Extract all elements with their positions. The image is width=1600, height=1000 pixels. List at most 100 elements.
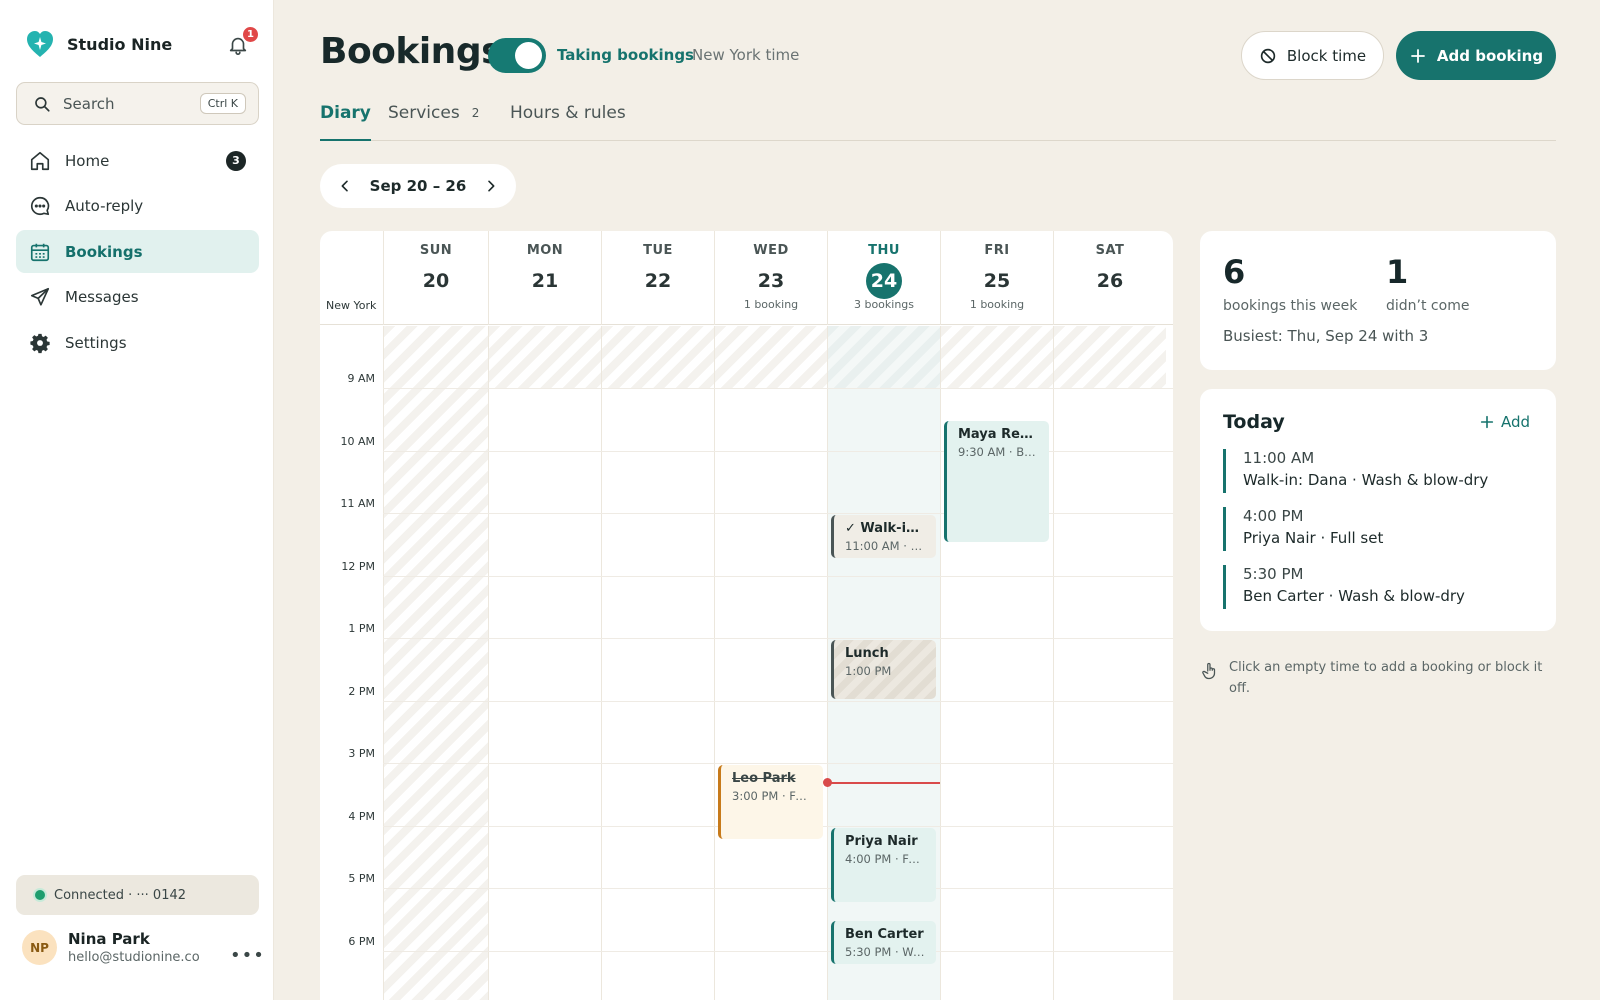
brand-name: Studio Nine bbox=[67, 34, 173, 54]
day-header-tue[interactable]: TUE 22 bbox=[601, 231, 714, 325]
toggle-knob bbox=[515, 42, 542, 69]
hour-gridline bbox=[383, 888, 1173, 889]
day-header-wed[interactable]: WED 23 1 booking bbox=[714, 231, 827, 325]
tab-services[interactable]: Services 2 bbox=[388, 103, 479, 141]
unavailable-hours bbox=[602, 326, 714, 388]
tab-count-badge: 2 bbox=[471, 106, 480, 120]
chevron-left-icon[interactable] bbox=[334, 175, 356, 197]
week-navigator: Sep 20 – 26 bbox=[320, 164, 516, 208]
day-header-sat[interactable]: SAT 26 bbox=[1053, 231, 1166, 325]
sidebar-item-settings[interactable]: Settings bbox=[16, 321, 259, 364]
event-title: ✓ Walk-in: ... bbox=[845, 521, 926, 536]
day-number-text: 25 bbox=[983, 270, 1011, 292]
sidebar: Studio Nine 1 Search Ctrl K Home 3 Auto-… bbox=[0, 0, 274, 1000]
block-time-label: Block time bbox=[1286, 46, 1367, 65]
notification-count-badge: 1 bbox=[241, 25, 260, 44]
plus-icon bbox=[1479, 414, 1495, 430]
day-header-mon[interactable]: MON 21 bbox=[488, 231, 601, 325]
event-title: Ben Carter bbox=[845, 927, 924, 943]
calendar-event[interactable]: Ben Carter 5:30 PM · Wa... bbox=[831, 921, 936, 965]
chevron-right-icon[interactable] bbox=[480, 175, 502, 197]
add-booking-label: Add booking bbox=[1436, 46, 1544, 65]
day-number: 25 bbox=[941, 264, 1053, 298]
busiest-day-text: Busiest: Thu, Sep 24 with 3 bbox=[1223, 327, 1429, 345]
day-column-sat[interactable] bbox=[1053, 326, 1166, 1000]
day-number: 26 bbox=[1054, 264, 1166, 298]
taking-bookings-label: Taking bookings bbox=[557, 46, 694, 64]
week-range-label[interactable]: Sep 20 – 26 bbox=[356, 177, 480, 195]
today-date-circle: 24 bbox=[866, 263, 902, 299]
user-menu-more-icon[interactable]: ••• bbox=[230, 945, 265, 966]
today-add-button[interactable]: Add bbox=[1479, 413, 1530, 431]
user-email: hello@studionine.co bbox=[68, 950, 200, 965]
day-number-text: 20 bbox=[422, 270, 450, 292]
hour-gridline bbox=[383, 575, 1173, 577]
hour-gridline bbox=[383, 388, 1173, 389]
day-header-sun[interactable]: SUN 20 bbox=[383, 231, 488, 325]
sidebar-item-bookings[interactable]: Bookings bbox=[16, 230, 259, 273]
hour-gridline bbox=[383, 513, 1173, 514]
bookings-this-week-count: 6 bbox=[1223, 253, 1246, 291]
connection-status[interactable]: Connected · ··· 0142 bbox=[16, 875, 259, 915]
day-column-wed[interactable] bbox=[714, 326, 827, 1000]
tab-hours-rules[interactable]: Hours & rules bbox=[510, 103, 626, 141]
bookings-this-week-label: bookings this week bbox=[1223, 298, 1358, 314]
send-icon bbox=[29, 286, 51, 308]
calendar-event[interactable]: Maya Reyes 9:30 AM · Bra... bbox=[944, 421, 1049, 543]
appointment-time: 4:00 PM bbox=[1243, 507, 1304, 525]
day-booking-count: 3 bookings bbox=[853, 298, 915, 311]
day-header-thu[interactable]: THU 24 3 bookings bbox=[827, 231, 940, 325]
timezone-label: New York time bbox=[692, 46, 800, 64]
sidebar-item-home[interactable]: Home 3 bbox=[16, 139, 259, 182]
unavailable-hours bbox=[941, 326, 1053, 388]
calendar-hint: Click an empty time to add a booking or … bbox=[1201, 657, 1551, 699]
taking-bookings-toggle[interactable] bbox=[488, 38, 546, 73]
hour-gridline bbox=[383, 763, 1173, 764]
sidebar-item-label: Home bbox=[65, 151, 110, 170]
day-name: SUN bbox=[419, 243, 453, 258]
hour-gridline bbox=[383, 700, 1173, 702]
sidebar-item-label: Settings bbox=[65, 333, 127, 352]
block-icon bbox=[1259, 47, 1277, 65]
tab-label: Diary bbox=[320, 103, 371, 123]
event-subtitle: 9:30 AM · Bra... bbox=[958, 445, 1039, 460]
sidebar-item-auto-reply[interactable]: Auto-reply bbox=[16, 185, 259, 228]
calendar-event[interactable]: Leo Park 3:00 PM · Full... bbox=[718, 765, 823, 840]
hour-label: 6 PM bbox=[348, 934, 375, 948]
today-card: Today Add 11:00 AM Walk-in: Dana · Wash … bbox=[1200, 389, 1556, 631]
hour-label: 11 AM bbox=[340, 497, 375, 510]
appointment-time: 5:30 PM bbox=[1243, 565, 1304, 583]
calendar-grid[interactable]: 9 AM 10 AM 11 AM 12 PM 1 PM 2 PM 3 PM 4 PM 5 PM 6… bbox=[320, 326, 1173, 1000]
day-column-mon[interactable] bbox=[488, 326, 601, 1000]
hour-label: 3 PM bbox=[348, 747, 375, 760]
event-subtitle: 5:30 PM · Wa... bbox=[845, 945, 926, 960]
unavailable-hours bbox=[489, 326, 601, 388]
day-header-fri[interactable]: FRI 25 1 booking bbox=[940, 231, 1053, 325]
today-appointment[interactable]: 4:00 PM Priya Nair · Full set bbox=[1223, 507, 1533, 551]
today-appointment[interactable]: 11:00 AM Walk-in: Dana · Wash & blow-dry bbox=[1223, 449, 1533, 493]
event-subtitle: 11:00 AM · W... bbox=[845, 539, 926, 553]
week-stats-card: 6 bookings this week 1 didn’t come Busie… bbox=[1200, 231, 1556, 370]
user-profile[interactable]: NP Nina Park hello@studionine.co bbox=[22, 930, 200, 965]
block-time-button[interactable]: Block time bbox=[1241, 31, 1384, 80]
day-column-tue[interactable] bbox=[601, 326, 714, 1000]
add-booking-button[interactable]: Add booking bbox=[1396, 31, 1556, 80]
sidebar-item-label: Bookings bbox=[65, 242, 143, 261]
search-input[interactable]: Search Ctrl K bbox=[16, 82, 259, 125]
today-appointment[interactable]: 5:30 PM Ben Carter · Wash & blow-dry bbox=[1223, 565, 1533, 609]
day-number: 22 bbox=[602, 264, 714, 298]
tab-diary[interactable]: Diary bbox=[320, 103, 371, 141]
day-name: SAT bbox=[1095, 243, 1125, 258]
brand[interactable]: Studio Nine bbox=[25, 29, 172, 59]
tab-bar: Diary Services 2 Hours & rules bbox=[320, 103, 1556, 141]
calendar-event[interactable]: ✓ Walk-in: ... 11:00 AM · W... bbox=[831, 515, 936, 558]
calendar-event[interactable]: Priya Nair 4:00 PM · Full... bbox=[831, 827, 936, 902]
event-title: Leo Park bbox=[732, 771, 796, 786]
hour-gridline bbox=[383, 638, 1173, 639]
search-icon bbox=[33, 95, 51, 113]
calendar-event[interactable]: Lunch 1:00 PM bbox=[831, 640, 936, 699]
day-column-sun[interactable] bbox=[383, 326, 488, 1000]
sidebar-item-messages[interactable]: Messages bbox=[16, 276, 259, 319]
event-title: Maya Reyes bbox=[958, 427, 1039, 443]
appointment-time: 11:00 AM bbox=[1243, 449, 1315, 467]
